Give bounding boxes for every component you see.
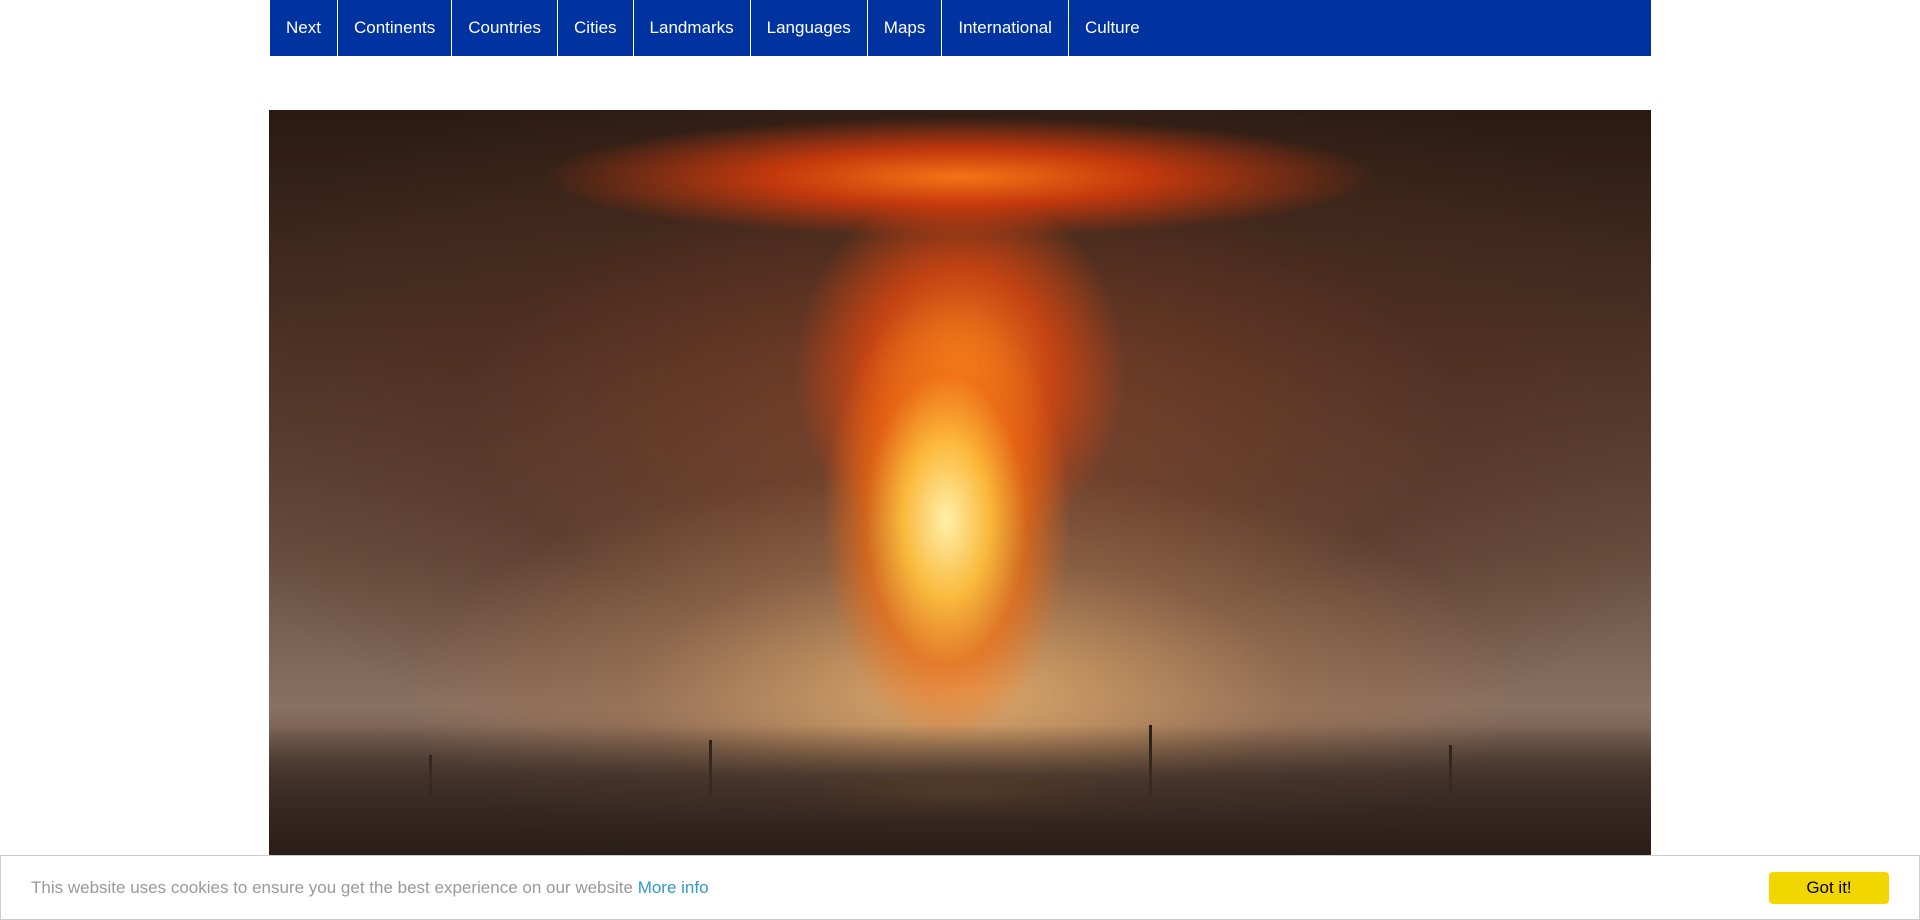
cookie-accept-button[interactable]: Got it! <box>1769 871 1889 904</box>
cookie-message: This website uses cookies to ensure you … <box>31 877 638 897</box>
page: Next Continents Countries Cities Landmar… <box>0 0 1920 920</box>
cookie-more-info-link[interactable]: More info <box>638 878 709 897</box>
nav-item-next[interactable]: Next <box>270 0 338 56</box>
hero-ground <box>269 725 1651 855</box>
nav-item-countries[interactable]: Countries <box>452 0 559 56</box>
nav-item-continents[interactable]: Continents <box>338 0 453 56</box>
nav-item-culture[interactable]: Culture <box>1069 0 1156 56</box>
cookie-message-container: This website uses cookies to ensure you … <box>31 878 709 898</box>
nav-item-languages[interactable]: Languages <box>751 0 868 56</box>
top-navigation: Next Continents Countries Cities Landmar… <box>270 0 1651 56</box>
hero-explosion-image <box>269 110 1651 855</box>
nav-item-landmarks[interactable]: Landmarks <box>634 0 751 56</box>
nav-item-international[interactable]: International <box>942 0 1069 56</box>
nav-item-maps[interactable]: Maps <box>868 0 943 56</box>
nav-item-cities[interactable]: Cities <box>558 0 634 56</box>
cookie-banner: This website uses cookies to ensure you … <box>0 855 1920 920</box>
